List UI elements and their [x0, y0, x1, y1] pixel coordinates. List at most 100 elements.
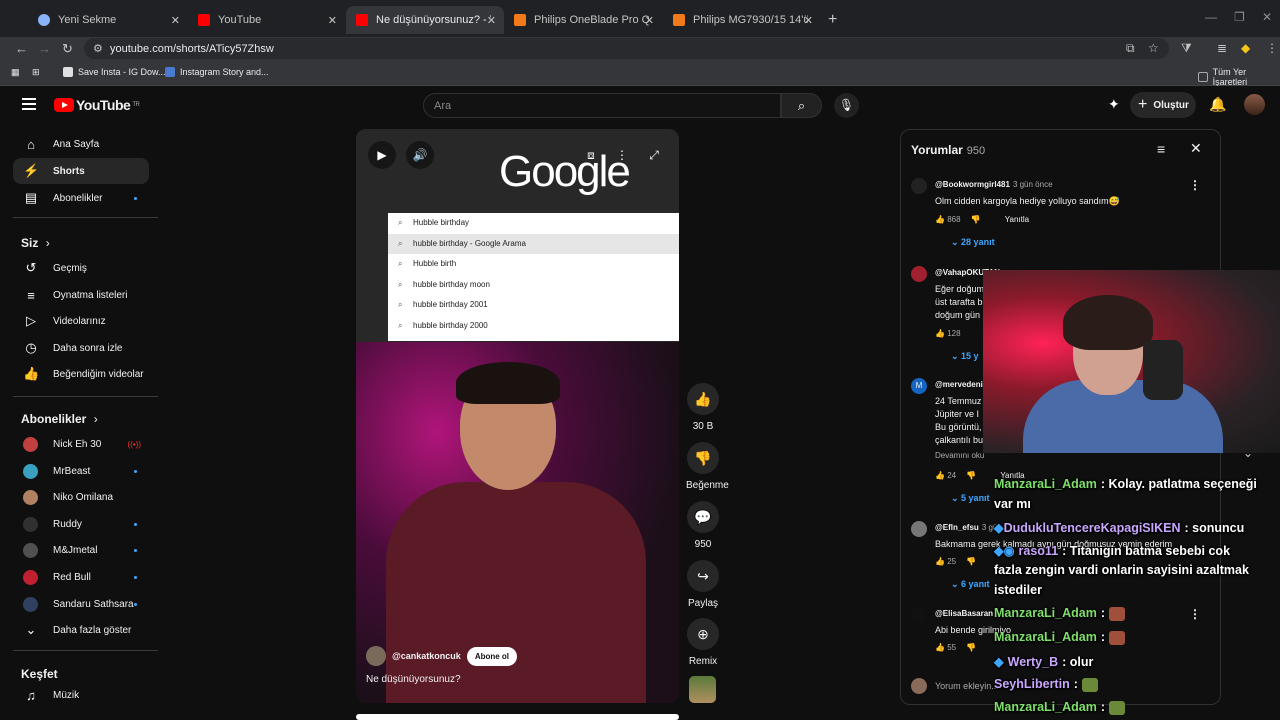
- extension-icon[interactable]: ◆: [1241, 41, 1250, 55]
- minimize-icon[interactable]: —: [1205, 10, 1217, 24]
- view-replies-button[interactable]: ⌄ 15 y: [951, 351, 979, 362]
- comment-author[interactable]: @ElisaBasaran: [935, 609, 993, 618]
- share-button[interactable]: ↪ Paylaş: [686, 560, 720, 609]
- sort-icon[interactable]: ≡: [1157, 141, 1165, 157]
- sidebar-item-shorts[interactable]: ⚡ Shorts: [13, 158, 149, 184]
- bookmark-save-insta[interactable]: Save Insta - IG Dow...: [63, 67, 166, 77]
- reply-button[interactable]: Yanıtla: [1005, 215, 1029, 224]
- search-button[interactable]: ⌕: [781, 93, 822, 118]
- tab-philips-mg7930[interactable]: Philips MG7930/15 14'ü 1 Arada ✕: [663, 6, 821, 34]
- add-comment-input[interactable]: Yorum ekleyin...: [935, 681, 999, 691]
- read-more-link[interactable]: Devamını oku: [935, 451, 984, 460]
- dislike-icon[interactable]: 👎: [971, 215, 981, 224]
- dislike-icon[interactable]: 👎: [966, 471, 976, 480]
- volume-button[interactable]: 🔊: [406, 141, 434, 169]
- sidebar-sub-nick-eh-30[interactable]: Nick Eh 30 ((•)): [13, 431, 149, 457]
- sidebar-sub-red-bull[interactable]: Red Bull: [13, 564, 149, 590]
- close-tab-icon[interactable]: ✕: [645, 14, 654, 27]
- remix-button[interactable]: ⊕ Remix: [686, 618, 720, 667]
- sidebar-sub-mjmetal[interactable]: M&Jmetal: [13, 537, 149, 563]
- bookmark-star-icon[interactable]: ☆: [1148, 41, 1159, 55]
- like-icon[interactable]: 👍: [935, 215, 945, 224]
- sidebar-item-watch-later[interactable]: ◷ Daha sonra izle: [13, 335, 149, 361]
- commenter-avatar[interactable]: [911, 266, 927, 282]
- tab-philips-oneblade[interactable]: Philips OneBlade Pro QP6542/1 ✕: [504, 6, 662, 34]
- sidebar-show-more[interactable]: ⌄ Daha fazla göster: [13, 617, 149, 643]
- close-tab-icon[interactable]: ✕: [328, 14, 337, 27]
- close-tab-icon[interactable]: ✕: [804, 14, 813, 27]
- channel-name[interactable]: @cankatkoncuk: [392, 651, 461, 661]
- media-controls-icon[interactable]: ≣: [1217, 41, 1227, 55]
- comment-author[interactable]: @mervedeni: [935, 380, 983, 389]
- commenter-avatar[interactable]: [911, 607, 927, 623]
- more-options-button[interactable]: ⋮: [608, 141, 636, 169]
- commenter-avatar[interactable]: M: [911, 378, 927, 394]
- dislike-icon[interactable]: 👎: [966, 643, 976, 652]
- sidebar-heading-subscriptions[interactable]: Abonelikler ›: [21, 412, 98, 426]
- create-button[interactable]: + Oluştur: [1130, 92, 1196, 118]
- like-icon[interactable]: 👍: [935, 643, 945, 652]
- commenter-avatar[interactable]: [911, 178, 927, 194]
- notifications-bell-icon[interactable]: 🔔: [1209, 96, 1226, 113]
- tab-youtube[interactable]: YouTube ✕: [188, 6, 345, 34]
- sidebar-sub-sandaru-sathsara[interactable]: Sandaru Sathsara: [13, 591, 149, 617]
- forward-icon[interactable]: →: [38, 41, 51, 56]
- close-tab-icon[interactable]: ✕: [487, 14, 496, 27]
- sidebar-item-your-videos[interactable]: ▷ Videolarınız: [13, 308, 149, 334]
- gemini-icon[interactable]: ✦: [1108, 96, 1120, 113]
- commenter-avatar[interactable]: [911, 521, 927, 537]
- sidebar-sub-niko-omilana[interactable]: Niko Omilana: [13, 484, 149, 510]
- sidebar-item-history[interactable]: ↺ Geçmiş: [13, 255, 149, 281]
- fullscreen-button[interactable]: ⤢: [640, 141, 668, 169]
- like-button[interactable]: 👍 30 B: [686, 383, 720, 432]
- short-title[interactable]: Ne düşünüyorsunuz?: [366, 674, 461, 685]
- back-icon[interactable]: ←: [15, 41, 28, 56]
- sidebar-item-home[interactable]: ⌂ Ana Sayfa: [13, 131, 149, 157]
- shorts-player[interactable]: Google ⌕ Hubble birthday ⌕ hubble birthday…: [356, 129, 679, 703]
- view-replies-button[interactable]: ⌄ 5 yanıt: [951, 493, 990, 504]
- sidebar-sub-ruddy[interactable]: Ruddy: [13, 511, 149, 537]
- new-tab-icon[interactable]: +: [828, 11, 837, 29]
- comments-button[interactable]: 💬 950: [686, 501, 720, 550]
- channel-avatar[interactable]: [366, 646, 386, 666]
- bookmark-instagram-story[interactable]: Instagram Story and...: [165, 67, 269, 77]
- view-replies-button[interactable]: ⌄ 6 yanıt: [951, 579, 990, 590]
- sidebar-sub-mrbeast[interactable]: MrBeast: [13, 458, 149, 484]
- apps-icon[interactable]: ▦: [11, 67, 20, 78]
- subscribe-button[interactable]: Abone ol: [466, 646, 518, 666]
- all-bookmarks[interactable]: Tüm Yer İşaretleri: [1198, 67, 1280, 87]
- dislike-icon[interactable]: 👎: [966, 557, 976, 566]
- comment-author[interactable]: @Efln_efsu 3 gün: [935, 523, 1002, 532]
- captions-button[interactable]: ⧈: [577, 141, 605, 169]
- voice-search-button[interactable]: 🎙: [834, 93, 859, 118]
- like-icon[interactable]: 👍: [935, 557, 945, 566]
- hamburger-menu-icon[interactable]: [22, 98, 36, 110]
- like-icon[interactable]: 👍: [935, 471, 945, 480]
- menu-kebab-icon[interactable]: ⋮: [1266, 41, 1278, 55]
- view-replies-button[interactable]: ⌄ 28 yanıt: [951, 237, 995, 248]
- comment-menu-icon[interactable]: ⋮: [1189, 607, 1201, 621]
- tab-shorts-active[interactable]: Ne düşünüyorsunuz? - YouTube ✕: [346, 6, 504, 34]
- sidebar-heading-you[interactable]: Siz ›: [21, 236, 50, 250]
- sidebar-item-subscriptions[interactable]: ▤ Abonelikler: [13, 185, 149, 211]
- search-input[interactable]: Ara: [423, 93, 781, 118]
- sidebar-item-liked-videos[interactable]: 👍 Beğendiğim videolar: [13, 361, 149, 387]
- account-avatar[interactable]: [1244, 94, 1265, 115]
- add-comment-row[interactable]: Yorum ekleyin...: [911, 678, 999, 694]
- close-tab-icon[interactable]: ✕: [171, 14, 180, 27]
- dislike-button[interactable]: 👎 Beğenme: [686, 442, 729, 491]
- comment-author[interactable]: @Bookwormgirl481 3 gün önce: [935, 180, 1053, 189]
- grid-icon[interactable]: ⊞: [32, 67, 40, 78]
- url-bar[interactable]: ⚙ youtube.com/shorts/ATicy57Zhsw: [84, 38, 1169, 59]
- chevron-down-icon[interactable]: ⌄: [1243, 446, 1253, 460]
- site-info-icon[interactable]: ⚙: [93, 42, 103, 55]
- maximize-icon[interactable]: ❐: [1234, 10, 1245, 24]
- extensions-icon[interactable]: ⧩: [1181, 41, 1192, 56]
- tab-new-tab[interactable]: Yeni Sekme ✕: [28, 6, 188, 34]
- window-close-icon[interactable]: ✕: [1262, 10, 1272, 24]
- comment-menu-icon[interactable]: ⋮: [1189, 178, 1201, 192]
- play-button[interactable]: ▶: [368, 141, 396, 169]
- sidebar-item-music[interactable]: ♫ Müzik: [13, 682, 149, 708]
- reload-icon[interactable]: ↻: [62, 41, 73, 57]
- youtube-logo[interactable]: YouTube TR: [54, 97, 140, 113]
